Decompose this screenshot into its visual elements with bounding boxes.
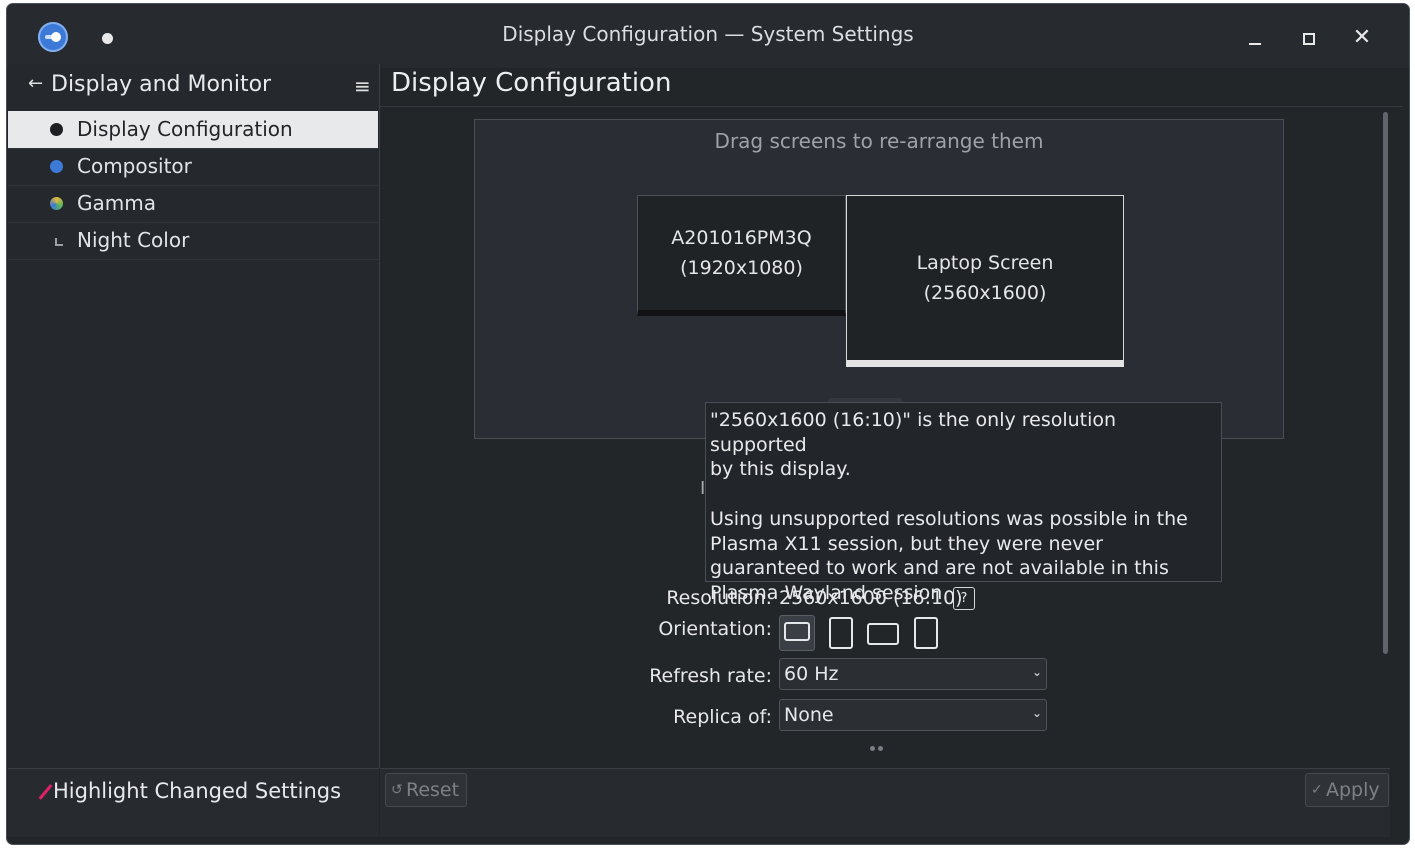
- sidebar: ← Display and Monitor ≡ Display Configur…: [8, 64, 380, 768]
- sidebar-item-display-configuration[interactable]: Display Configuration: [8, 111, 378, 149]
- sidebar-item-gamma[interactable]: Gamma: [8, 185, 378, 223]
- orientation-portrait-flipped-button[interactable]: [908, 615, 942, 649]
- sidebar-item-label: Night Color: [77, 228, 190, 252]
- refresh-rate-select[interactable]: 60 Hz ⌄: [779, 658, 1047, 690]
- screen-arrangement-area[interactable]: Drag screens to re-arrange them A201016P…: [474, 119, 1284, 439]
- sidebar-item-label: Compositor: [77, 154, 192, 178]
- orientation-landscape-flipped-button[interactable]: [865, 615, 899, 649]
- resolution-help-button[interactable]: ?: [953, 587, 975, 610]
- title-divider: [380, 106, 1403, 107]
- action-bar: [380, 768, 1390, 837]
- sidebar-item-compositor[interactable]: Compositor: [8, 148, 378, 186]
- screen-resolution: (2560x1600): [923, 282, 1047, 304]
- landscape-flipped-icon: [867, 623, 899, 645]
- minimize-button[interactable]: [1240, 23, 1270, 53]
- window-title: Display Configuration — System Settings: [502, 22, 914, 46]
- sidebar-item-label: Display Configuration: [77, 117, 293, 141]
- sidebar-title: Display and Monitor: [51, 72, 272, 97]
- reset-button[interactable]: ↺ Reset: [385, 773, 467, 807]
- sidebar-header: ← Display and Monitor ≡: [8, 64, 379, 109]
- close-button[interactable]: ✕: [1347, 23, 1377, 53]
- vertical-scrollbar[interactable]: [1383, 112, 1388, 654]
- refresh-rate-label: Refresh rate:: [649, 665, 772, 687]
- drag-hint: Drag screens to re-arrange them: [714, 129, 1044, 153]
- night-color-icon: [55, 238, 63, 246]
- back-arrow-icon[interactable]: ←: [28, 73, 43, 94]
- resolution-label: Resolution:: [666, 587, 772, 609]
- resolution-tooltip: "2560x1600 (16:10)" is the only resoluti…: [705, 402, 1222, 604]
- screen-name: A201016PM3Q: [671, 227, 812, 249]
- replica-of-value: None: [784, 704, 834, 726]
- apply-button[interactable]: ✓ Apply: [1305, 773, 1389, 807]
- compositor-icon: [50, 160, 63, 173]
- portrait-flipped-icon: [914, 617, 938, 649]
- page-indicator: [870, 746, 890, 752]
- hamburger-menu-icon[interactable]: ≡: [354, 74, 371, 98]
- maximize-button[interactable]: [1293, 23, 1323, 53]
- orientation-landscape-button[interactable]: [779, 615, 815, 651]
- sidebar-footer: Highlight Changed Settings: [8, 768, 379, 837]
- display-icon: [50, 123, 63, 136]
- refresh-rate-value: 60 Hz: [784, 663, 839, 685]
- replica-of-select[interactable]: None ⌄: [779, 699, 1047, 731]
- page-title: Display Configuration: [391, 68, 672, 98]
- highlight-changed-settings-button[interactable]: Highlight Changed Settings: [53, 779, 341, 803]
- portrait-icon: [829, 617, 853, 649]
- orientation-label: Orientation:: [658, 618, 772, 640]
- landscape-icon: [784, 622, 810, 641]
- resolution-value: 2560x1600 (16:10): [779, 587, 963, 609]
- chevron-down-icon: ⌄: [1031, 706, 1042, 720]
- checkmark-icon: ✓: [1311, 782, 1323, 798]
- sidebar-item-night-color[interactable]: Night Color: [8, 222, 378, 260]
- title-bar: Display Configuration — System Settings …: [7, 4, 1409, 68]
- chevron-down-icon: ⌄: [1031, 665, 1042, 679]
- screen-name: Laptop Screen: [916, 252, 1054, 274]
- gamma-icon: [50, 197, 63, 210]
- screen-laptop[interactable]: Laptop Screen (2560x1600): [846, 195, 1124, 367]
- screen-resolution: (1920x1080): [680, 257, 803, 279]
- sidebar-item-label: Gamma: [77, 191, 156, 215]
- undo-icon: ↺: [391, 782, 403, 798]
- screen-external-monitor[interactable]: A201016PM3Q (1920x1080): [637, 195, 846, 316]
- replica-of-label: Replica of:: [673, 706, 772, 728]
- highlight-pen-icon: [38, 784, 53, 800]
- orientation-portrait-button[interactable]: [823, 615, 857, 649]
